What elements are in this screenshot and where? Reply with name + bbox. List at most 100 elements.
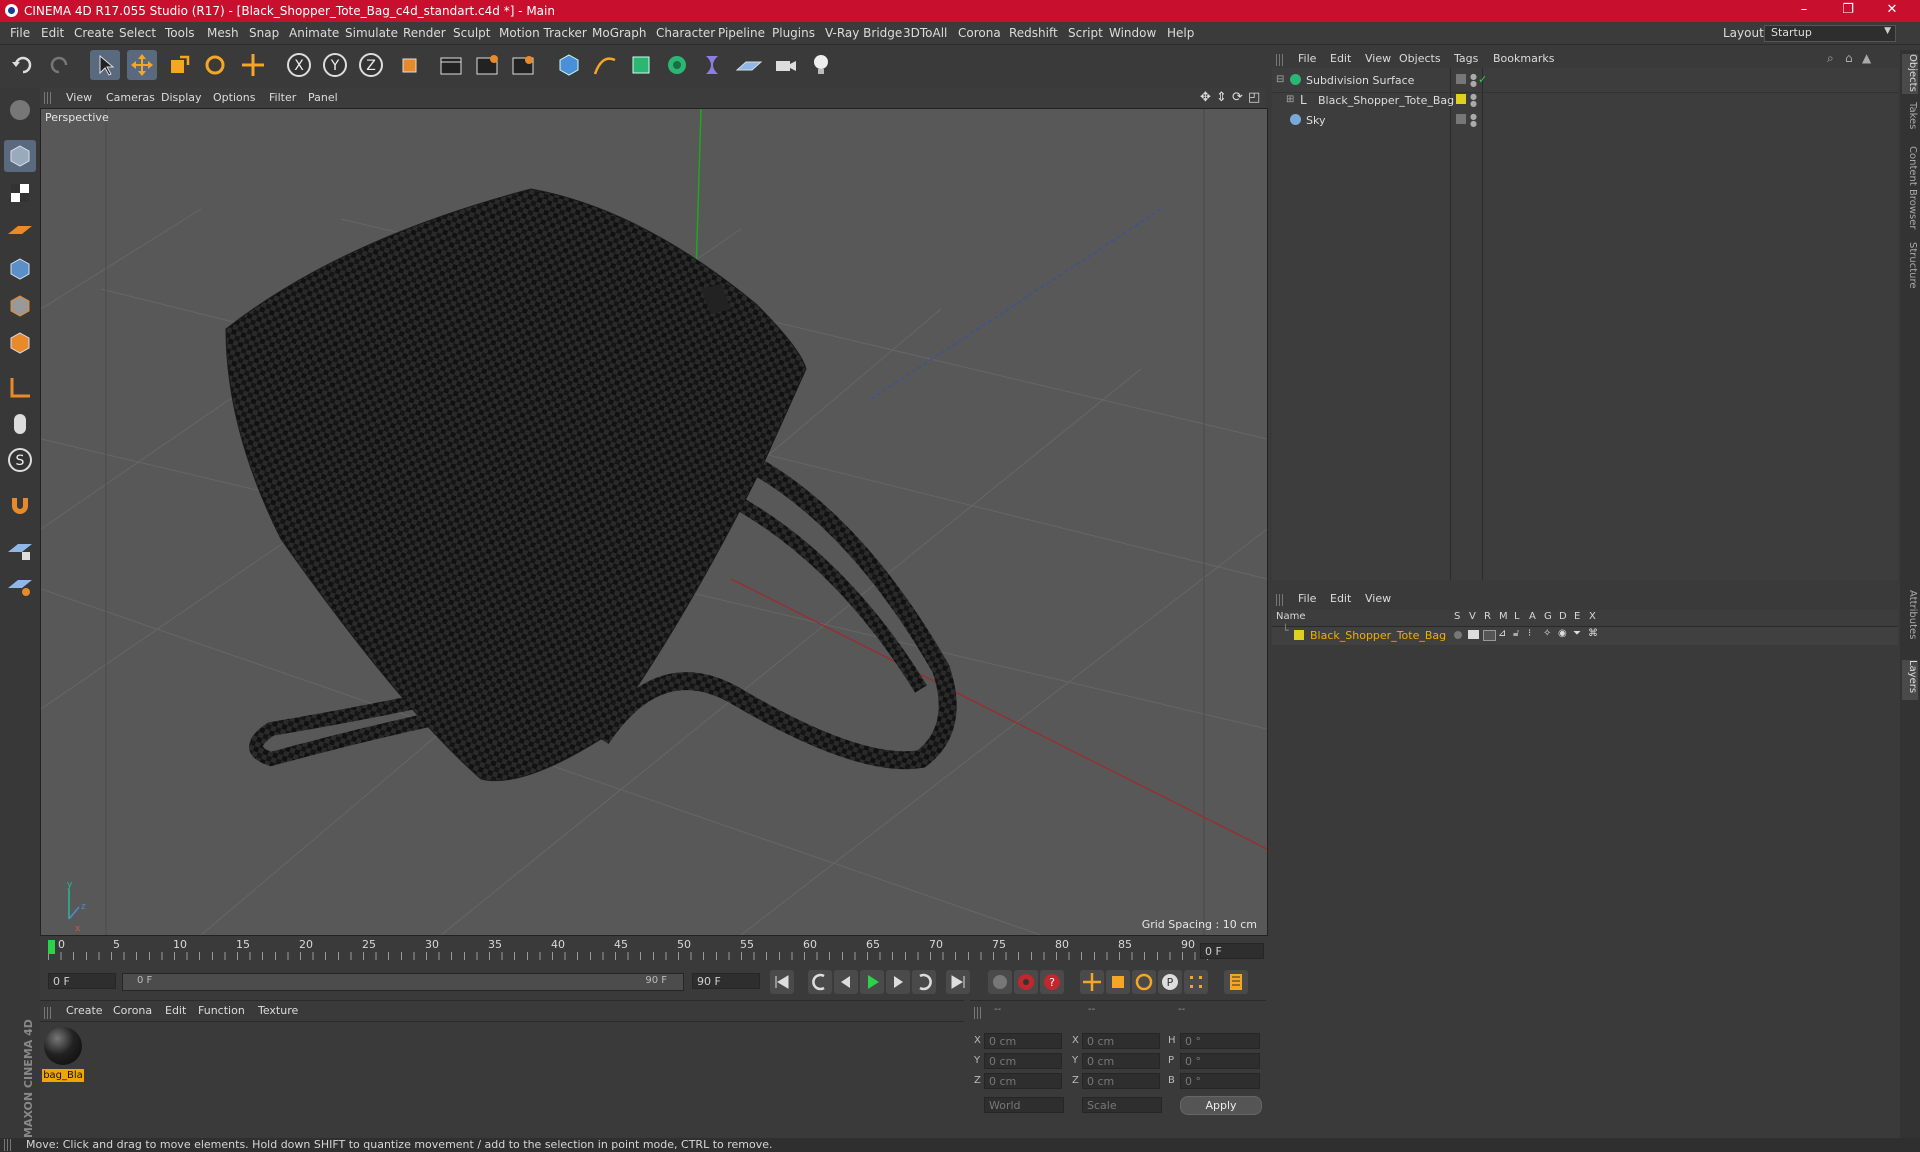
viewport-menu-display[interactable]: Display (161, 91, 202, 104)
tab-structure[interactable]: Structure (1902, 242, 1918, 298)
autokey-button[interactable] (1014, 970, 1038, 994)
floor-object-button[interactable] (734, 50, 764, 80)
viewport-dolly-icon[interactable]: ⇕ (1216, 90, 1227, 105)
size-x-field[interactable]: 0 cm (1082, 1033, 1160, 1049)
object-menu-tags[interactable]: Tags (1454, 52, 1478, 65)
go-to-end-button[interactable] (946, 970, 970, 994)
coordinate-system-button[interactable] (394, 50, 424, 80)
viewport-maximize-icon[interactable]: ◰ (1248, 90, 1260, 105)
coordinate-mode-select[interactable]: World (984, 1097, 1064, 1113)
model-mode-button[interactable] (4, 140, 36, 172)
visibility-dots-icon[interactable]: ● ● (1470, 73, 1477, 88)
menu-script[interactable]: Script (1068, 26, 1103, 40)
timeline-track[interactable] (48, 940, 1220, 960)
perspective-viewport[interactable]: y z x Perspective Grid Spacing : 10 cm (40, 108, 1268, 936)
next-key-button[interactable] (912, 970, 936, 994)
rotation-b-field[interactable]: 0 ° (1180, 1073, 1260, 1089)
generator-toggle-icon[interactable]: ✧ (1543, 628, 1551, 639)
enabled-check-icon[interactable]: ✓ (1478, 73, 1487, 86)
expression-toggle-icon[interactable]: ⏷ (1573, 628, 1581, 639)
render-settings-button[interactable] (508, 50, 538, 80)
menu-help[interactable]: Help (1167, 26, 1194, 40)
tab-objects[interactable]: Objects (1902, 54, 1918, 94)
expand-icon[interactable]: ⊞ (1286, 94, 1294, 105)
tab-content-browser[interactable]: Content Browser (1902, 146, 1918, 236)
manager-toggle-icon[interactable]: ⊿ (1498, 628, 1506, 639)
menu-tools[interactable]: Tools (165, 26, 195, 40)
menu-redshift[interactable]: Redshift (1009, 26, 1058, 40)
home-icon[interactable]: ⌂ (1845, 51, 1853, 65)
viewport-menu-options[interactable]: Options (213, 91, 255, 104)
object-row-subdivision-surface[interactable]: ⊟ Subdivision Surface ● ● ✓ (1272, 73, 1898, 91)
rotate-tool-button[interactable] (200, 50, 230, 80)
search-icon[interactable]: ⌕ (1827, 51, 1834, 66)
render-view-button[interactable] (436, 50, 466, 80)
tab-takes[interactable]: Takes (1902, 102, 1918, 138)
make-editable-button[interactable] (4, 94, 36, 126)
grid-lock-button[interactable] (4, 570, 36, 602)
workplane-lock-button[interactable] (4, 534, 36, 566)
viewport-menu-cameras[interactable]: Cameras (106, 91, 155, 104)
viewport-menu-panel[interactable]: Panel (308, 91, 338, 104)
render-toggle-icon[interactable] (1483, 630, 1496, 641)
close-button[interactable]: ✕ (1872, 2, 1912, 20)
menu-snap[interactable]: Snap (249, 26, 279, 40)
deformer-button[interactable] (698, 50, 728, 80)
render-picture-viewer-button[interactable] (472, 50, 502, 80)
start-frame-field[interactable]: 0 F (48, 973, 116, 989)
snap-button[interactable]: S (4, 444, 36, 476)
visibility-dots-icon[interactable]: ● ● (1470, 93, 1477, 108)
viewport-move-icon[interactable]: ✥ (1200, 90, 1211, 105)
timeline-window-button[interactable] (1224, 970, 1248, 994)
select-tool-button[interactable] (90, 50, 120, 80)
timeline-ruler[interactable]: 0 5 10 15 20 25 30 35 40 45 50 55 60 65 … (40, 936, 1266, 962)
menu-plugins[interactable]: Plugins (772, 26, 815, 40)
menu-render[interactable]: Render (403, 26, 446, 40)
object-menu-objects[interactable]: Objects (1399, 52, 1441, 65)
z-axis-lock-button[interactable]: Z (356, 50, 386, 80)
material-menu-create[interactable]: Create (66, 1004, 103, 1017)
viewport-rotate-icon[interactable]: ⟳ (1232, 90, 1243, 105)
redo-button[interactable] (44, 50, 74, 80)
nurbs-generator-button[interactable] (626, 50, 656, 80)
layer-color-swatch[interactable] (1294, 630, 1304, 640)
collapse-icon[interactable]: ⊟ (1276, 74, 1284, 85)
light-object-button[interactable] (806, 50, 836, 80)
tab-layers[interactable]: Layers (1902, 660, 1918, 700)
undo-button[interactable] (8, 50, 38, 80)
material-swatch[interactable]: bag_Bla (42, 1025, 86, 1083)
key-rotation-button[interactable] (1132, 970, 1156, 994)
key-scale-button[interactable] (1106, 970, 1130, 994)
transform-tool-button[interactable] (238, 50, 268, 80)
current-frame-field[interactable]: 0 F (1200, 943, 1264, 959)
move-tool-button[interactable] (127, 50, 157, 80)
menu-character[interactable]: Character (656, 26, 715, 40)
menu-file[interactable]: File (10, 26, 30, 40)
viewport-menu-filter[interactable]: Filter (269, 91, 296, 104)
material-menu-corona[interactable]: Corona (113, 1004, 152, 1017)
axis-mode-button[interactable] (4, 372, 36, 404)
arrow-up-icon[interactable]: ▲ (1862, 51, 1871, 65)
view-toggle-icon[interactable] (1468, 630, 1479, 639)
menu-simulate[interactable]: Simulate (345, 26, 398, 40)
menu-create[interactable]: Create (74, 26, 114, 40)
previous-key-button[interactable] (808, 970, 832, 994)
rotation-p-field[interactable]: 0 ° (1180, 1053, 1260, 1069)
layer-menu-view[interactable]: View (1365, 592, 1391, 605)
menu-corona[interactable]: Corona (958, 26, 1001, 40)
size-z-field[interactable]: 0 cm (1082, 1073, 1160, 1089)
layer-row[interactable]: └ Black_Shopper_Tote_Bag ⊿ 🔓︎ ⁝ ✧ ◉ ⏷ ⌘ (1272, 624, 1898, 645)
object-row-tote-bag[interactable]: ⊞ L Black_Shopper_Tote_Bag ● ● (1272, 93, 1898, 111)
menu-edit[interactable]: Edit (41, 26, 64, 40)
record-keys-button[interactable] (988, 970, 1012, 994)
viewport-menu-view[interactable]: View (66, 91, 92, 104)
y-axis-lock-button[interactable]: Y (320, 50, 350, 80)
next-frame-button[interactable] (886, 970, 910, 994)
layer-tag-icon[interactable] (1456, 74, 1466, 84)
position-z-field[interactable]: 0 cm (984, 1073, 1062, 1089)
rotation-h-field[interactable]: 0 ° (1180, 1033, 1260, 1049)
menu-motion-tracker[interactable]: Motion Tracker (499, 26, 587, 40)
lock-toggle-icon[interactable]: 🔓︎ (1513, 628, 1519, 639)
maximize-button[interactable]: ❐ (1828, 2, 1868, 20)
size-y-field[interactable]: 0 cm (1082, 1053, 1160, 1069)
